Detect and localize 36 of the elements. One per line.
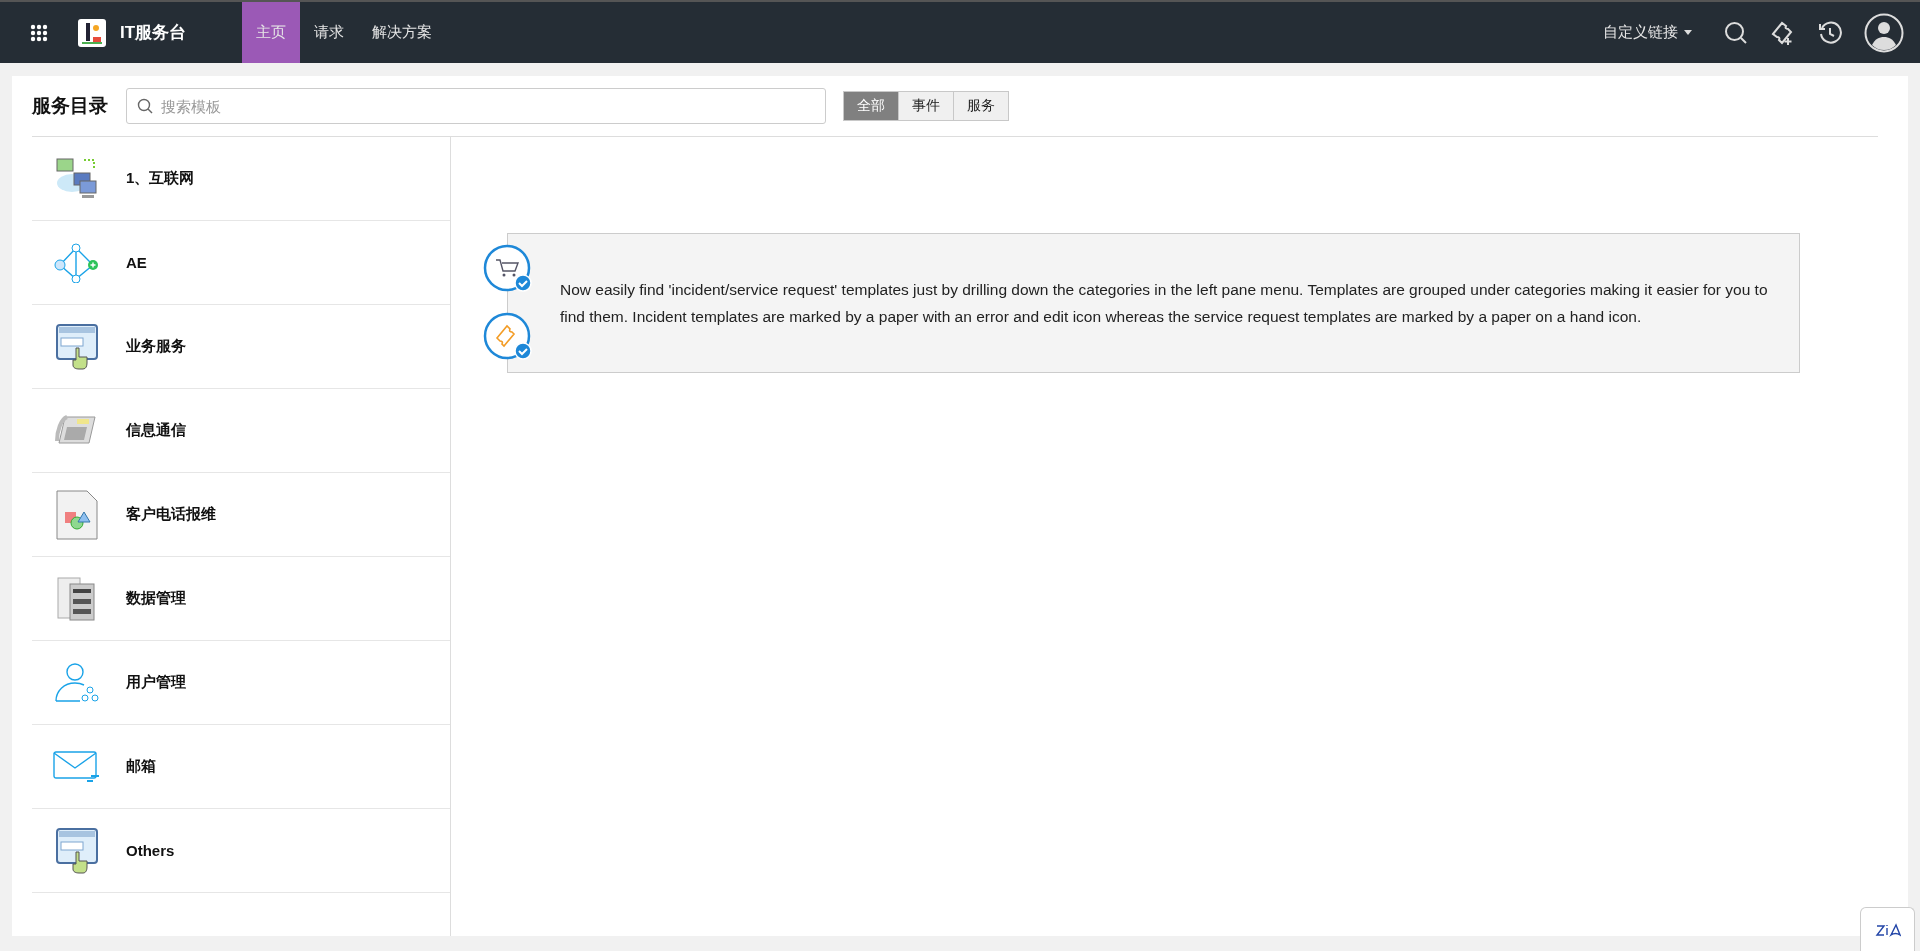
user-avatar-icon[interactable] (1864, 12, 1904, 53)
category-item[interactable]: 业务服务 (32, 305, 450, 389)
browser-hand-icon (56, 323, 98, 370)
category-item[interactable]: AE (32, 221, 450, 305)
nav-tab[interactable]: 解决方案 (358, 2, 447, 63)
category-item[interactable]: 用户管理 (32, 641, 450, 725)
history-icon[interactable] (1818, 20, 1842, 45)
browser-hand-icon (56, 827, 98, 874)
caret-icon (1684, 30, 1692, 35)
category-item[interactable]: 客户电话报维 (32, 473, 450, 557)
filter-tab[interactable]: 全部 (843, 91, 899, 121)
logo-icon (1874, 921, 1901, 938)
nav-tab[interactable]: 请求 (300, 2, 359, 63)
search-icon[interactable] (1724, 20, 1748, 45)
category-item[interactable]: 信息通信 (32, 389, 450, 473)
document-shapes-icon (56, 489, 98, 540)
assistant-button[interactable] (1860, 907, 1915, 951)
node-graph-icon (54, 242, 100, 283)
filter-tab[interactable]: 事件 (898, 91, 954, 121)
category-item[interactable]: 1、互联网 (32, 137, 450, 221)
info-text: Now easily find 'incident/service request' templates just by drilling down the categories in the left pane menu. Templates are grouped under categories making it easier for you to find them. Incident templates are marked by a paper with an error and edit icon whereas the service request templates are marked by a paper on a hand icon. (560, 280, 1769, 327)
app-logo-icon (78, 18, 106, 47)
custom-links-dropdown[interactable]: 自定义链接 (1603, 23, 1692, 42)
category-item[interactable]: Others (32, 809, 450, 893)
app-title: IT服务台 (120, 22, 187, 44)
search-icon (137, 98, 153, 114)
search-field[interactable]: 搜索模板 (126, 88, 826, 124)
category-item[interactable]: 邮箱 (32, 725, 450, 809)
catalog-title: 服务目录 (32, 94, 108, 118)
app-grid-icon[interactable] (30, 23, 48, 42)
envelope-icon (53, 750, 101, 783)
user-group-icon (54, 662, 100, 703)
nav-tab[interactable]: 主页 (242, 2, 301, 63)
network-computers-icon (56, 156, 98, 201)
category-item[interactable]: 数据管理 (32, 557, 450, 641)
filter-tab[interactable]: 服务 (953, 91, 1009, 121)
